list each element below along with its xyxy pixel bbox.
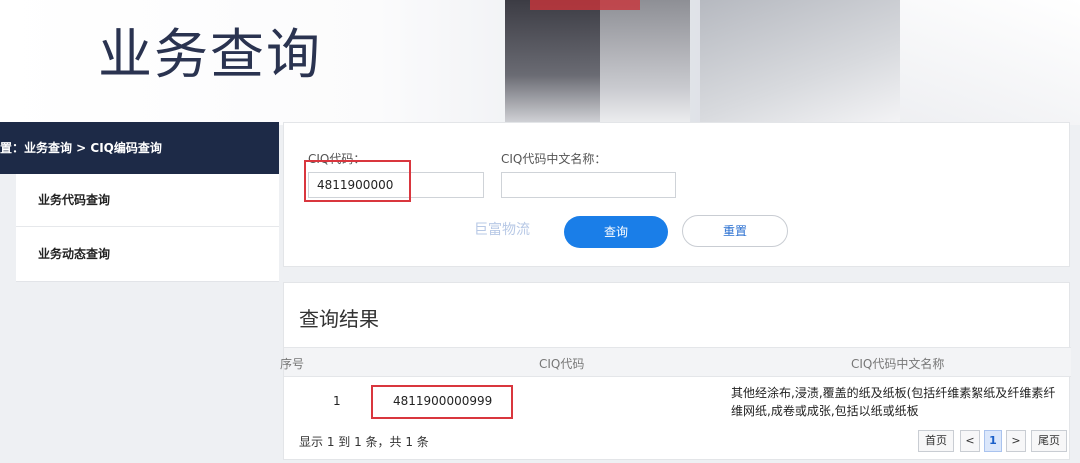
banner-photo-shape [900,0,1080,125]
row-ciq-name-line2: 维网纸,成卷或成张,包括以纸或纸板 [731,404,919,418]
search-form: CIQ代码： CIQ代码中文名称： 巨富物流 查询 重置 [283,122,1070,267]
sidebar-item-business-status-query[interactable]: 业务动态查询 [16,228,279,281]
breadcrumb: 置：业务查询 > CIQ编码查询 [0,122,279,174]
page-title: 业务查询 [98,23,322,86]
page-banner: 业务查询 [0,0,1080,125]
highlight-box [304,160,411,202]
query-button[interactable]: 查询 [564,216,668,248]
sidebar-item-business-code-query[interactable]: 业务代码查询 [16,174,279,227]
banner-photo-shape [700,0,900,125]
banner-photo-shape [530,0,640,10]
banner-photo-shape [505,0,600,125]
results-title: 查询结果 [299,307,379,331]
table-header: 序号 CIQ代码 CIQ代码中文名称 [280,347,1071,377]
sidebar-menu: 业务代码查询 业务动态查询 [16,174,279,282]
banner-photo-shape [600,0,690,125]
pager-prev-button[interactable]: < [960,430,980,452]
column-header-ciq-name: CIQ代码中文名称 [851,357,945,371]
pager-current-page[interactable]: 1 [984,430,1002,452]
highlight-box [371,385,513,419]
pager-next-button[interactable]: > [1006,430,1026,452]
column-header-index: 序号 [280,357,305,371]
row-ciq-name-line1: 其他经涂布,浸渍,覆盖的纸及纸板(包括纤维素絮纸及纤维素纤 [731,386,1056,400]
pager-first-button[interactable]: 首页 [918,430,954,452]
row-index: 1 [333,394,341,408]
pager-last-button[interactable]: 尾页 [1031,430,1067,452]
results-summary: 显示 1 到 1 条，共 1 条 [299,435,429,449]
reset-button[interactable]: 重置 [682,215,788,247]
ciq-name-label: CIQ代码中文名称： [501,152,607,166]
results-panel: 查询结果 序号 CIQ代码 CIQ代码中文名称 1 4811900000999 … [280,282,1071,460]
column-header-ciq-code: CIQ代码 [539,357,585,371]
watermark-logo: 巨富物流 [474,222,530,238]
ciq-name-input[interactable] [501,172,676,198]
